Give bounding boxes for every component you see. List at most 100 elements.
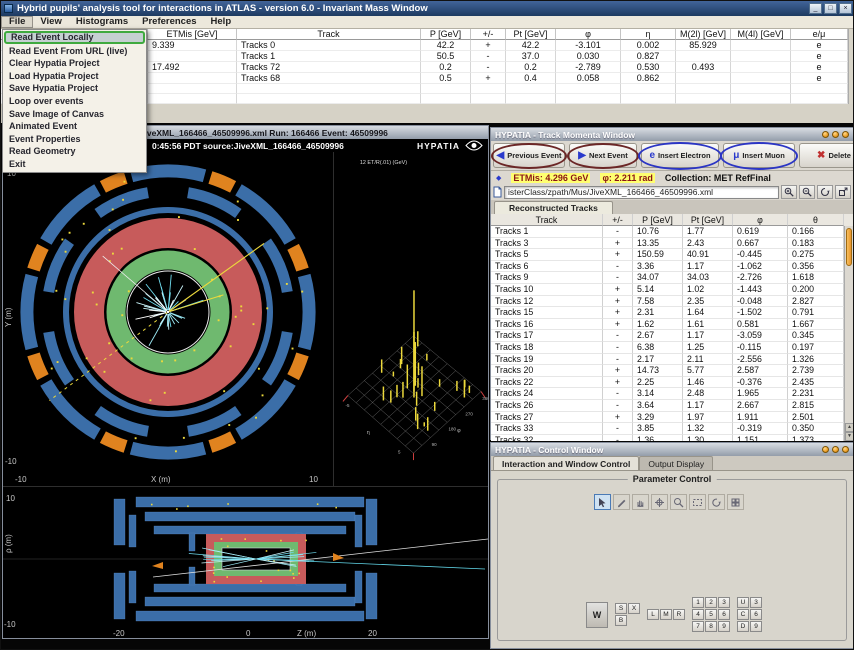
file-menu-item[interactable]: Load Hypatia Project bbox=[4, 70, 145, 83]
menu-item[interactable]: Help bbox=[204, 16, 239, 28]
digit-button[interactable]: 4 bbox=[692, 609, 704, 620]
column-header[interactable]: θ bbox=[788, 214, 844, 226]
file-path-field[interactable]: isterClass/zpath/Mus/JiveXML_166466_4650… bbox=[504, 185, 779, 199]
zoom-out-icon[interactable] bbox=[799, 185, 815, 199]
digit-button[interactable]: 1 bbox=[692, 597, 704, 608]
detector-side-view[interactable]: 10 ρ (m) -10 -20 0 Z (m) 20 bbox=[3, 487, 488, 639]
digit-button[interactable]: 7 bbox=[692, 621, 704, 632]
minimize-button[interactable] bbox=[822, 131, 829, 138]
crosshair-icon[interactable] bbox=[651, 494, 668, 510]
table-row[interactable]: Tracks 26 - 3.64 1.17 2.667 2.815 bbox=[491, 399, 853, 412]
menu-item[interactable]: Histograms bbox=[69, 16, 135, 28]
table-row[interactable]: Tracks 32 - 1.36 1.30 1.151 1.373 bbox=[491, 434, 853, 441]
marquee-icon[interactable] bbox=[689, 494, 706, 510]
scroll-down-button[interactable]: ▼ bbox=[845, 432, 853, 441]
keypad-button[interactable]: 9 bbox=[750, 621, 762, 632]
w-button[interactable]: W bbox=[586, 601, 608, 628]
column-header[interactable]: Pt [GeV] bbox=[683, 214, 733, 226]
column-header[interactable]: +/- bbox=[471, 29, 506, 40]
keypad-button[interactable]: D bbox=[737, 621, 749, 632]
pointer-icon[interactable] bbox=[594, 494, 611, 510]
vertical-scrollbar[interactable]: ▲ ▼ bbox=[844, 226, 853, 441]
column-header[interactable]: Pt [GeV] bbox=[506, 29, 556, 40]
table-row[interactable]: Tracks 18 - 6.38 1.25 -0.115 0.197 bbox=[491, 341, 853, 354]
column-header[interactable]: φ bbox=[733, 214, 788, 226]
table-row[interactable]: Tracks 12 + 7.58 2.35 -0.048 2.827 bbox=[491, 295, 853, 308]
minimize-button[interactable]: _ bbox=[809, 3, 822, 14]
column-header[interactable]: Track bbox=[491, 214, 603, 226]
file-menu-item[interactable]: Exit bbox=[4, 158, 145, 171]
rotate-icon[interactable] bbox=[708, 494, 725, 510]
table-scrollbar[interactable] bbox=[848, 29, 853, 104]
column-header[interactable]: φ bbox=[556, 29, 621, 40]
column-header[interactable]: +/- bbox=[603, 214, 633, 226]
table-row[interactable]: Tracks 19 - 2.17 2.11 -2.556 1.326 bbox=[491, 353, 853, 366]
toolbar-button[interactable]: ▶ Next Event bbox=[569, 143, 637, 168]
column-header[interactable]: Track bbox=[237, 29, 421, 40]
keypad-button[interactable]: M bbox=[660, 609, 672, 620]
track-window-titlebar[interactable]: HYPATIA - Track Momenta Window bbox=[491, 128, 853, 141]
table-row[interactable]: Tracks 20 + 14.73 5.77 2.587 2.739 bbox=[491, 365, 853, 377]
toolbar-button[interactable]: ◀ Previous Event bbox=[493, 143, 565, 168]
grid-icon[interactable] bbox=[727, 494, 744, 510]
maximize-button[interactable]: □ bbox=[824, 3, 837, 14]
table-row[interactable]: Tracks 5 + 150.59 40.91 -0.445 0.275 bbox=[491, 249, 853, 261]
table-row[interactable]: Tracks 9 - 34.07 34.03 -2.726 1.618 bbox=[491, 272, 853, 284]
file-menu-item[interactable]: Read Event From URL (live) bbox=[4, 45, 145, 58]
close-button[interactable]: × bbox=[839, 3, 852, 14]
refresh-icon[interactable] bbox=[817, 185, 833, 199]
file-menu-item[interactable]: Loop over events bbox=[4, 95, 145, 108]
table-row[interactable]: Tracks 27 + 3.29 1.97 1.911 2.501 bbox=[491, 411, 853, 424]
file-menu-item[interactable]: Animated Event bbox=[4, 120, 145, 133]
minimize-button[interactable] bbox=[822, 446, 829, 453]
keypad-button[interactable]: 3 bbox=[750, 597, 762, 608]
detector-end-view[interactable]: 10 Y (m) -10 -10 X (m) 10 bbox=[3, 152, 333, 486]
table-row[interactable]: Tracks 24 - 3.14 2.48 1.965 2.231 bbox=[491, 388, 853, 400]
tab-interaction-window-control[interactable]: Interaction and Window Control bbox=[493, 456, 640, 470]
pencil-icon[interactable] bbox=[613, 494, 630, 510]
close-button[interactable] bbox=[842, 446, 849, 453]
scrollbar-thumb[interactable] bbox=[846, 228, 852, 266]
column-header[interactable]: M(2l) [GeV] bbox=[676, 29, 731, 40]
keypad-button[interactable]: U bbox=[737, 597, 749, 608]
lego-plot[interactable]: 12 ET/R(.01) (GeV) 90 180 270 360 -5 5 η φ bbox=[333, 152, 488, 486]
keypad-button[interactable]: C bbox=[737, 609, 749, 620]
external-window-icon[interactable] bbox=[835, 185, 851, 199]
digit-button[interactable]: 5 bbox=[705, 609, 717, 620]
keypad-button[interactable]: S bbox=[615, 603, 627, 614]
zoom-in-icon[interactable] bbox=[781, 185, 797, 199]
table-row[interactable]: Tracks 15 + 2.31 1.64 -1.502 0.791 bbox=[491, 307, 853, 319]
file-menu-item[interactable]: Clear Hypatia Project bbox=[4, 57, 145, 70]
toolbar-button[interactable]: ✖ Delete bbox=[799, 143, 853, 168]
menu-item[interactable]: View bbox=[33, 16, 68, 28]
digit-button[interactable]: 8 bbox=[705, 621, 717, 632]
file-menu-item[interactable]: Save Image of Canvas bbox=[4, 108, 145, 121]
table-row[interactable]: Tracks 16 + 1.62 1.61 0.581 1.667 bbox=[491, 318, 853, 331]
keypad-button[interactable]: X bbox=[628, 603, 640, 614]
tab-output-display[interactable]: Output Display bbox=[639, 456, 714, 470]
table-row[interactable]: Tracks 3 + 13.35 2.43 0.667 0.183 bbox=[491, 237, 853, 250]
digit-button[interactable]: 3 bbox=[718, 597, 730, 608]
magnifier-icon[interactable] bbox=[670, 494, 687, 510]
menu-item[interactable]: Preferences bbox=[135, 16, 203, 28]
hand-icon[interactable] bbox=[632, 494, 649, 510]
table-row[interactable]: Tracks 10 + 5.14 1.02 -1.443 0.200 bbox=[491, 283, 853, 296]
table-row[interactable]: Tracks 1 - 10.76 1.77 0.619 0.166 bbox=[491, 226, 853, 238]
keypad-button[interactable]: 6 bbox=[750, 609, 762, 620]
keypad-button[interactable]: B bbox=[615, 615, 627, 626]
keypad-button[interactable]: R bbox=[673, 609, 685, 620]
toolbar-button[interactable]: μ Insert Muon bbox=[723, 143, 795, 168]
table-row[interactable]: Tracks 33 - 3.85 1.32 -0.319 0.350 bbox=[491, 423, 853, 435]
toolbar-button[interactable]: e Insert Electron bbox=[641, 143, 719, 168]
column-header[interactable]: M(4l) [GeV] bbox=[731, 29, 791, 40]
column-header[interactable]: P [GeV] bbox=[421, 29, 471, 40]
digit-button[interactable]: 2 bbox=[705, 597, 717, 608]
column-header[interactable]: P [GeV] bbox=[633, 214, 683, 226]
file-menu-item[interactable]: Read Geometry bbox=[4, 145, 145, 158]
menu-item[interactable]: File bbox=[1, 16, 34, 28]
column-header[interactable]: e/μ bbox=[791, 29, 848, 40]
keypad-button[interactable]: L bbox=[647, 609, 659, 620]
close-button[interactable] bbox=[842, 131, 849, 138]
control-window-titlebar[interactable]: HYPATIA - Control Window bbox=[491, 443, 853, 456]
digit-button[interactable]: 6 bbox=[718, 609, 730, 620]
